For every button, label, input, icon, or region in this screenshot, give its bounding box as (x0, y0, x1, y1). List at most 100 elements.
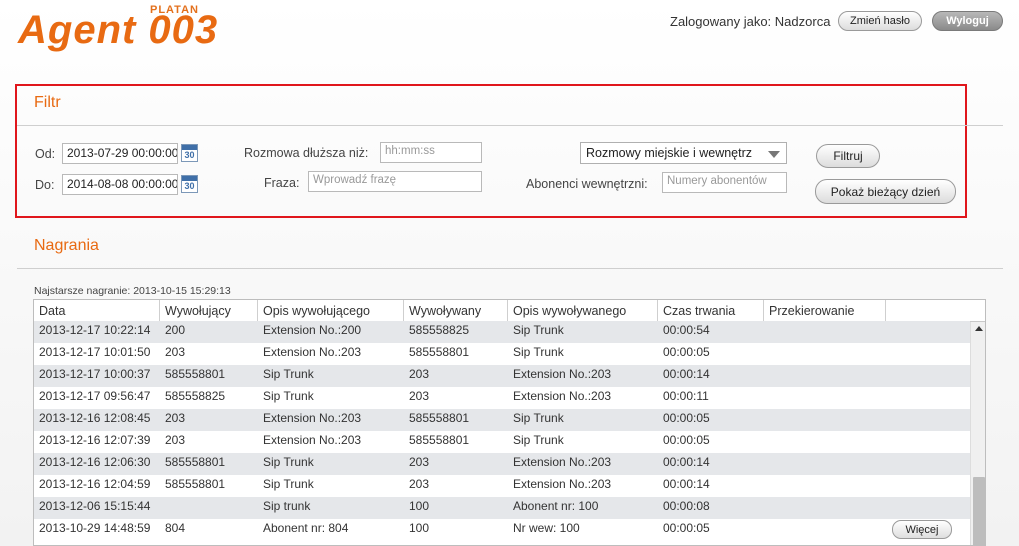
to-date-input[interactable]: 2014-08-08 00:00:00 (62, 174, 178, 195)
phrase-label: Fraza: (264, 176, 300, 190)
cell-callee: 100 (409, 499, 430, 513)
cell-duration: 00:00:05 (663, 433, 710, 447)
cell-date: 2013-12-17 10:00:37 (39, 367, 151, 381)
duration-input[interactable]: hh:mm:ss (380, 142, 482, 163)
cell-callee-desc: Sip Trunk (513, 433, 564, 447)
cell-date: 2013-12-17 10:01:50 (39, 345, 151, 359)
table-row[interactable]: 2013-12-17 10:01:50 203 Extension No.:203 5… (34, 343, 970, 365)
cell-caller-desc: Sip Trunk (263, 389, 314, 403)
cell-callee: 585558801 (409, 345, 470, 359)
cell-callee-desc: Extension No.:203 (513, 477, 612, 491)
scroll-up-icon[interactable] (975, 326, 983, 331)
logged-in-user: Zalogowany jako: Nadzorca (670, 14, 831, 29)
to-calendar-icon[interactable]: 30 (181, 175, 198, 193)
cell-callee: 100 (409, 521, 430, 535)
cell-caller: 203 (165, 345, 186, 359)
call-type-select[interactable]: Rozmowy miejskie i wewnętrz (580, 142, 787, 164)
cell-date: 2013-12-16 12:04:59 (39, 477, 151, 491)
cell-redirect (764, 519, 769, 541)
cell-redirect (764, 497, 769, 519)
change-password-button[interactable]: Zmień hasło (838, 11, 922, 31)
table-row[interactable]: 2013-12-06 15:15:44 Sip trunk 100 Abonent n… (34, 497, 970, 519)
cell-caller-desc: Abonent nr: 804 (263, 521, 349, 535)
subscribers-label: Abonenci wewnętrzni: (526, 177, 648, 191)
cell-duration: 00:00:54 (663, 323, 710, 337)
column-header-caller-desc[interactable]: Opis wywołującego (258, 300, 404, 322)
cell-caller-desc: Sip trunk (263, 499, 311, 513)
cell-duration: 00:00:08 (663, 499, 710, 513)
table-row[interactable]: 2013-12-17 10:00:37 585558801 Sip Trunk 203… (34, 365, 970, 387)
cell-callee-desc: Extension No.:203 (513, 389, 612, 403)
from-date-input[interactable]: 2013-07-29 00:00:00 (62, 143, 178, 164)
cell-caller-desc: Extension No.:203 (263, 411, 362, 425)
recordings-title: Nagrania (34, 237, 99, 254)
cell-caller-desc: Sip Trunk (263, 367, 314, 381)
cell-date: 2013-12-06 15:15:44 (39, 499, 151, 513)
from-calendar-icon[interactable]: 30 (181, 144, 198, 162)
show-today-button[interactable]: Pokaż bieżący dzień (815, 179, 956, 204)
table-scrollbar[interactable] (970, 322, 985, 545)
subscribers-input[interactable]: Numery abonentów (662, 172, 787, 193)
cell-duration: 00:00:11 (663, 389, 709, 403)
table-row[interactable]: 2013-12-17 10:22:14 200 Extension No.:200 5… (34, 321, 970, 343)
cell-date: 2013-10-29 14:48:59 (39, 521, 151, 535)
cell-duration: 00:00:05 (663, 345, 710, 359)
to-label: Do: (35, 178, 55, 192)
logo-name: Agent 003 (18, 8, 219, 52)
column-header-date[interactable]: Data (34, 300, 160, 322)
from-label: Od: (35, 147, 56, 161)
table-header: Data Wywołujący Opis wywołującego Wywoły… (34, 300, 985, 322)
cell-redirect (764, 453, 769, 475)
cell-caller: 585558801 (165, 455, 226, 469)
cell-callee-desc: Sip Trunk (513, 345, 564, 359)
cell-caller: 203 (165, 433, 186, 447)
table-row[interactable]: 2013-10-29 14:48:59 804 Abonent nr: 804 100… (34, 519, 970, 541)
table-row[interactable]: 2013-12-16 12:07:39 203 Extension No.:203 5… (34, 431, 970, 453)
cell-callee-desc: Sip Trunk (513, 411, 564, 425)
cell-caller-desc: Sip Trunk (263, 477, 314, 491)
cell-date: 2013-12-16 12:06:30 (39, 455, 151, 469)
cell-redirect (764, 387, 769, 409)
cell-callee: 585558801 (409, 411, 470, 425)
cell-callee: 203 (409, 477, 430, 491)
cell-caller: 585558801 (165, 367, 226, 381)
filter-button[interactable]: Filtruj (816, 144, 880, 168)
cell-caller: 585558825 (165, 389, 226, 403)
chevron-down-icon (768, 151, 780, 158)
cell-redirect (764, 321, 769, 343)
column-header-callee[interactable]: Wywoływany (404, 300, 508, 322)
cell-duration: 00:00:14 (663, 367, 710, 381)
cell-duration: 00:00:14 (663, 455, 710, 469)
cell-redirect (764, 365, 769, 387)
more-button[interactable]: Więcej (892, 520, 952, 539)
cell-redirect (764, 431, 769, 453)
phrase-input[interactable]: Wprowadź frazę (308, 171, 482, 192)
table-row[interactable]: 2013-12-16 12:04:59 585558801 Sip Trunk 203… (34, 475, 970, 497)
table-row[interactable]: 2013-12-16 12:08:45 203 Extension No.:203 5… (34, 409, 970, 431)
table-row[interactable]: 2013-12-17 09:56:47 585558825 Sip Trunk 203… (34, 387, 970, 409)
cell-callee-desc: Sip Trunk (513, 323, 564, 337)
cell-callee: 585558801 (409, 433, 470, 447)
cell-duration: 00:00:05 (663, 411, 710, 425)
column-header-callee-desc[interactable]: Opis wywoływanego (508, 300, 658, 322)
scroll-thumb[interactable] (973, 477, 985, 545)
cell-caller-desc: Extension No.:203 (263, 433, 362, 447)
cell-redirect (764, 343, 769, 365)
logout-button[interactable]: Wyloguj (932, 11, 1003, 31)
cell-date: 2013-12-16 12:08:45 (39, 411, 151, 425)
logo: PLATAN Agent 003 (18, 4, 303, 52)
call-type-selected: Rozmowy miejskie i wewnętrz (586, 146, 753, 160)
cell-caller-desc: Sip Trunk (263, 455, 314, 469)
cell-callee-desc: Extension No.:203 (513, 367, 612, 381)
column-header-caller[interactable]: Wywołujący (160, 300, 258, 322)
cell-caller: 200 (165, 323, 186, 337)
cell-date: 2013-12-17 10:22:14 (39, 323, 151, 337)
cell-caller: 804 (165, 521, 186, 535)
cell-caller: 203 (165, 411, 186, 425)
cell-redirect (764, 475, 769, 497)
column-header-redirect[interactable]: Przekierowanie (764, 300, 886, 322)
column-header-duration[interactable]: Czas trwania (658, 300, 764, 322)
recordings-table: Data Wywołujący Opis wywołującego Wywoły… (33, 299, 986, 546)
table-row[interactable]: 2013-12-16 12:06:30 585558801 Sip Trunk 203… (34, 453, 970, 475)
filter-divider (17, 125, 1003, 126)
